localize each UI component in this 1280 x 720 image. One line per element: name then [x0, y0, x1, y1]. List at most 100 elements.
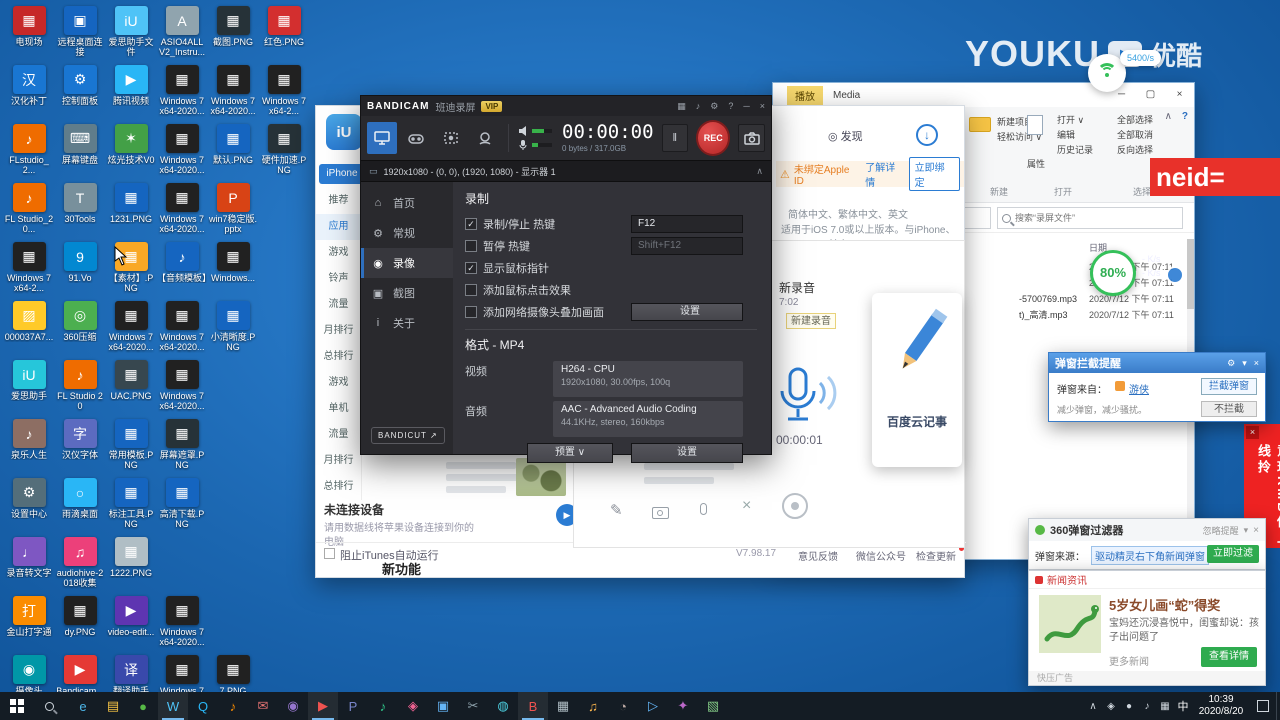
aisi-sidebar-item[interactable]: 推荐 — [316, 188, 361, 214]
wechat-link[interactable]: 微信公众号 — [856, 548, 906, 563]
edit-button[interactable]: 编辑 — [1057, 128, 1093, 143]
start-button[interactable] — [0, 692, 34, 720]
desktop-icon[interactable]: ▨ 000037A7... — [4, 301, 54, 342]
explorer-titlebar[interactable]: 播放 Media ─ ▢ × — [773, 83, 1194, 107]
mode-region-button[interactable] — [436, 122, 466, 154]
download-icon[interactable]: ↓ — [916, 124, 938, 146]
desktop-icon[interactable]: T 30Tools — [55, 183, 105, 224]
allow-popup-button[interactable]: 不拦截 — [1201, 401, 1257, 417]
audio-meters[interactable] — [517, 126, 553, 150]
desktop-icon[interactable]: ▦ 小清晰度.PNG — [208, 301, 258, 353]
desktop-icon[interactable]: ▦ Windows 7 x64-2020... — [157, 301, 207, 353]
close-icon[interactable]: × — [1254, 358, 1259, 369]
open-button[interactable]: 打开 ∨ — [1057, 113, 1093, 128]
bandicam-nav-item[interactable]: ⚙ 常规 — [361, 218, 453, 248]
select-none-button[interactable]: 全部取消 — [1117, 128, 1153, 143]
nav-discover[interactable]: ◎ 发现 — [828, 128, 863, 144]
desktop-icon[interactable]: 字 汉仪字体 — [55, 419, 105, 460]
taskbar-app-icon[interactable]: B — [518, 692, 548, 720]
taskbar-search-button[interactable] — [34, 692, 68, 720]
bandicam-nav-item[interactable]: ▣ 截图 — [361, 278, 453, 308]
block-popup-button[interactable]: 拦截弹窗 — [1201, 378, 1257, 395]
speedup-ball[interactable]: 80% — [1090, 250, 1136, 296]
close-icon[interactable]: × — [1165, 83, 1194, 107]
taskbar-app-icon[interactable]: ● — [128, 692, 158, 720]
filter-source[interactable]: 驱动精灵右下角新闻弹窗 — [1091, 546, 1209, 565]
bind-now-button[interactable]: 立即绑定 — [908, 157, 960, 191]
float-ball-secondary[interactable] — [1166, 266, 1184, 284]
check-update-link[interactable]: 检查更新 — [916, 548, 956, 563]
aisi-sidebar-item[interactable]: 总排行 — [316, 344, 361, 370]
hotkey-record-input[interactable]: F12 — [631, 215, 743, 233]
popup-source-link[interactable]: 游侠 — [1129, 381, 1149, 396]
desktop-icon[interactable]: ▦ 常用模板.PNG — [106, 419, 156, 471]
taskbar-app-icon[interactable]: ▶ — [308, 692, 338, 720]
desktop-icon[interactable]: ▶ Bandicam... — [55, 655, 105, 696]
explorer-tab-play[interactable]: 播放 — [787, 85, 823, 105]
desktop-icon[interactable]: ▣ 远程桌面连接 — [55, 6, 105, 58]
desktop-icon[interactable]: ▦ Windows 7 x64-2020... — [157, 596, 207, 648]
mic-small-icon[interactable] — [700, 503, 707, 515]
titlebar-icon[interactable]: ? — [728, 101, 733, 112]
desktop-icon[interactable]: ✶ 炫光技术V0 — [106, 124, 156, 165]
desktop-icon[interactable]: ▦ 截图.PNG — [208, 6, 258, 47]
webcam-overlay-checkbox[interactable] — [465, 306, 477, 318]
taskbar-app-icon[interactable]: ▤ — [98, 692, 128, 720]
desktop-icon[interactable]: ▦ 电现场 — [4, 6, 54, 47]
ignore-reminder-link[interactable]: 忽略提醒 — [1203, 524, 1239, 537]
feedback-link[interactable]: 意见反馈 — [798, 548, 838, 563]
taskbar-app-icon[interactable]: W — [158, 692, 188, 720]
desktop-icon[interactable]: ♪ 【音频模板】 — [157, 242, 207, 283]
ime-indicator[interactable]: 中 — [1174, 698, 1192, 714]
titlebar-icon[interactable]: ▦ — [677, 101, 686, 112]
record-button[interactable] — [782, 493, 808, 519]
taskbar-app-icon[interactable]: ✦ — [668, 692, 698, 720]
snapshot-button[interactable] — [738, 124, 765, 152]
taskbar-app-icon[interactable]: ♪ — [368, 692, 398, 720]
desktop-icon[interactable]: ▦ Windows 7 x64-2020... — [157, 65, 207, 117]
desktop-icon[interactable]: ▦ 1222.PNG — [106, 537, 156, 578]
ad-banner-partial[interactable]: neid= — [1150, 158, 1280, 196]
hotkey-pause-input[interactable]: Shift+F12 — [631, 237, 743, 255]
preset-dropdown[interactable]: 预置 ∨ — [527, 443, 613, 463]
titlebar-icon[interactable]: ⚙ — [710, 101, 718, 112]
explorer-tab-media[interactable]: Media — [833, 90, 860, 101]
desktop-icon[interactable]: ▦ UAC.PNG — [106, 360, 156, 401]
tray-icon[interactable]: ∧ — [1084, 701, 1102, 712]
taskbar-app-icon[interactable]: ✂ — [458, 692, 488, 720]
desktop-icon[interactable]: ▦ Windows 7 x64-2020... — [208, 65, 258, 117]
aisi-sidebar-item[interactable]: 游戏 — [316, 240, 361, 266]
taskbar-app-icon[interactable]: ▦ — [548, 692, 578, 720]
desktop-icon[interactable]: ▦ 默认.PNG — [208, 124, 258, 165]
desktop-icon[interactable]: 9 91.Vo — [55, 242, 105, 283]
mode-game-button[interactable] — [401, 122, 431, 154]
desktop-icon[interactable]: ▦ 高清下载.PNG — [157, 478, 207, 530]
taskbar-app-icon[interactable]: ▷ — [638, 692, 668, 720]
taskbar-app-icon[interactable]: Q — [188, 692, 218, 720]
desktop-icon[interactable]: iU 爱思助手文件 — [106, 6, 156, 58]
taskbar-app-icon[interactable]: ▧ — [698, 692, 728, 720]
desktop-icon[interactable]: ▦ Windows 7 x64-2020... — [157, 183, 207, 235]
camera-icon[interactable] — [652, 507, 669, 519]
desktop-icon[interactable]: ♪ FLstudio_2... — [4, 124, 54, 176]
collapse-icon[interactable]: ∧ — [756, 166, 763, 177]
learn-more-link[interactable]: 了解详情 — [865, 159, 904, 189]
bandicam-titlebar[interactable]: BANDICAM 班迪录屏 VIP ▦ ♪ ⚙? ─ × — [361, 96, 771, 116]
aisi-sidebar-item[interactable]: 单机 — [316, 396, 361, 422]
desktop-icon[interactable]: ▶ 腾讯视频 — [106, 65, 156, 106]
desktop-icon[interactable]: ▦ 屏幕遮罩.PNG — [157, 419, 207, 471]
taskbar-clock[interactable]: 10:39 2020/8/20 — [1192, 694, 1250, 719]
recording-item-title[interactable]: 新录音 — [779, 279, 815, 296]
show-desktop-button[interactable] — [1276, 692, 1280, 720]
desktop-icon[interactable]: ▦ dy.PNG — [55, 596, 105, 637]
desktop-icon[interactable]: 译 翻译助手 — [106, 655, 156, 696]
desktop-icon[interactable]: ▶ video-edit... — [106, 596, 156, 637]
history-button[interactable]: 历史记录 — [1057, 143, 1093, 158]
audio-format-box[interactable]: AAC - Advanced Audio Coding 44.1KHz, ste… — [553, 401, 743, 437]
mode-device-button[interactable] — [470, 122, 500, 154]
close-icon[interactable]: × — [1246, 426, 1259, 439]
popup-blocker-titlebar[interactable]: 弹窗拦截提醒 ⚙ ▾ × — [1049, 353, 1265, 373]
scrollbar-thumb[interactable] — [1187, 239, 1194, 309]
aisi-sidebar-item[interactable]: 月排行 — [316, 448, 361, 474]
desktop-icon[interactable]: ○ 雨滴桌面 — [55, 478, 105, 519]
